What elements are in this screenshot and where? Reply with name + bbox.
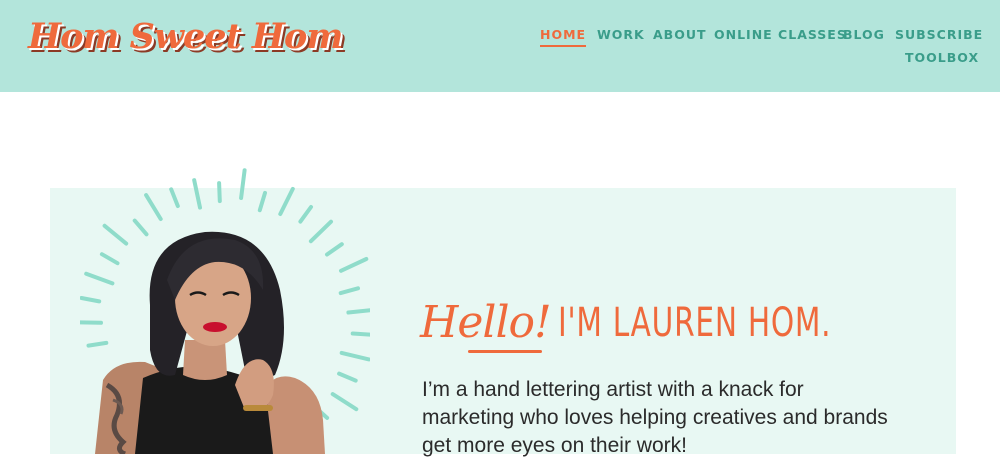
portrait-photo [95, 210, 335, 454]
nav-item-about[interactable]: ABOUT [653, 27, 707, 43]
site-header: Hom Sweet Hom HOME WORK ABOUT ONLINE CLA… [0, 0, 1000, 92]
sunburst-ray [194, 180, 200, 207]
nav-item-online-classes[interactable]: ONLINE CLASSES [714, 27, 847, 43]
nav-item-toolbox[interactable]: TOOLBOX [905, 50, 979, 66]
nav-item-subscribe[interactable]: SUBSCRIBE [895, 27, 983, 43]
hello-underline [468, 350, 542, 353]
hero-name-headline: I'M LAUREN HOM. [558, 294, 831, 352]
site-logo[interactable]: Hom Sweet Hom [28, 10, 342, 64]
hero-intro-text: I’m a hand lettering artist with a knack… [422, 376, 892, 460]
sunburst-ray [353, 334, 370, 335]
nav-item-work[interactable]: WORK [597, 27, 645, 43]
sunburst-ray [348, 310, 370, 313]
sunburst-ray [219, 183, 220, 201]
sunburst-ray [241, 170, 245, 198]
sunburst-ray [341, 259, 366, 271]
nav-item-home[interactable]: HOME [540, 27, 586, 43]
sunburst-ray [342, 353, 369, 360]
hero-heading: Hello! I'M LAUREN HOM. [420, 292, 960, 362]
sunburst-ray [341, 288, 358, 293]
sunburst-ray [260, 193, 265, 210]
nav-item-label: HOME [540, 27, 586, 42]
sunburst-ray [333, 394, 357, 409]
active-nav-underline [540, 45, 586, 47]
sunburst-ray [339, 374, 356, 381]
nav-item-blog[interactable]: BLOG [843, 27, 885, 43]
hello-script-text: Hello! [420, 294, 551, 352]
sunburst-ray [171, 189, 178, 206]
